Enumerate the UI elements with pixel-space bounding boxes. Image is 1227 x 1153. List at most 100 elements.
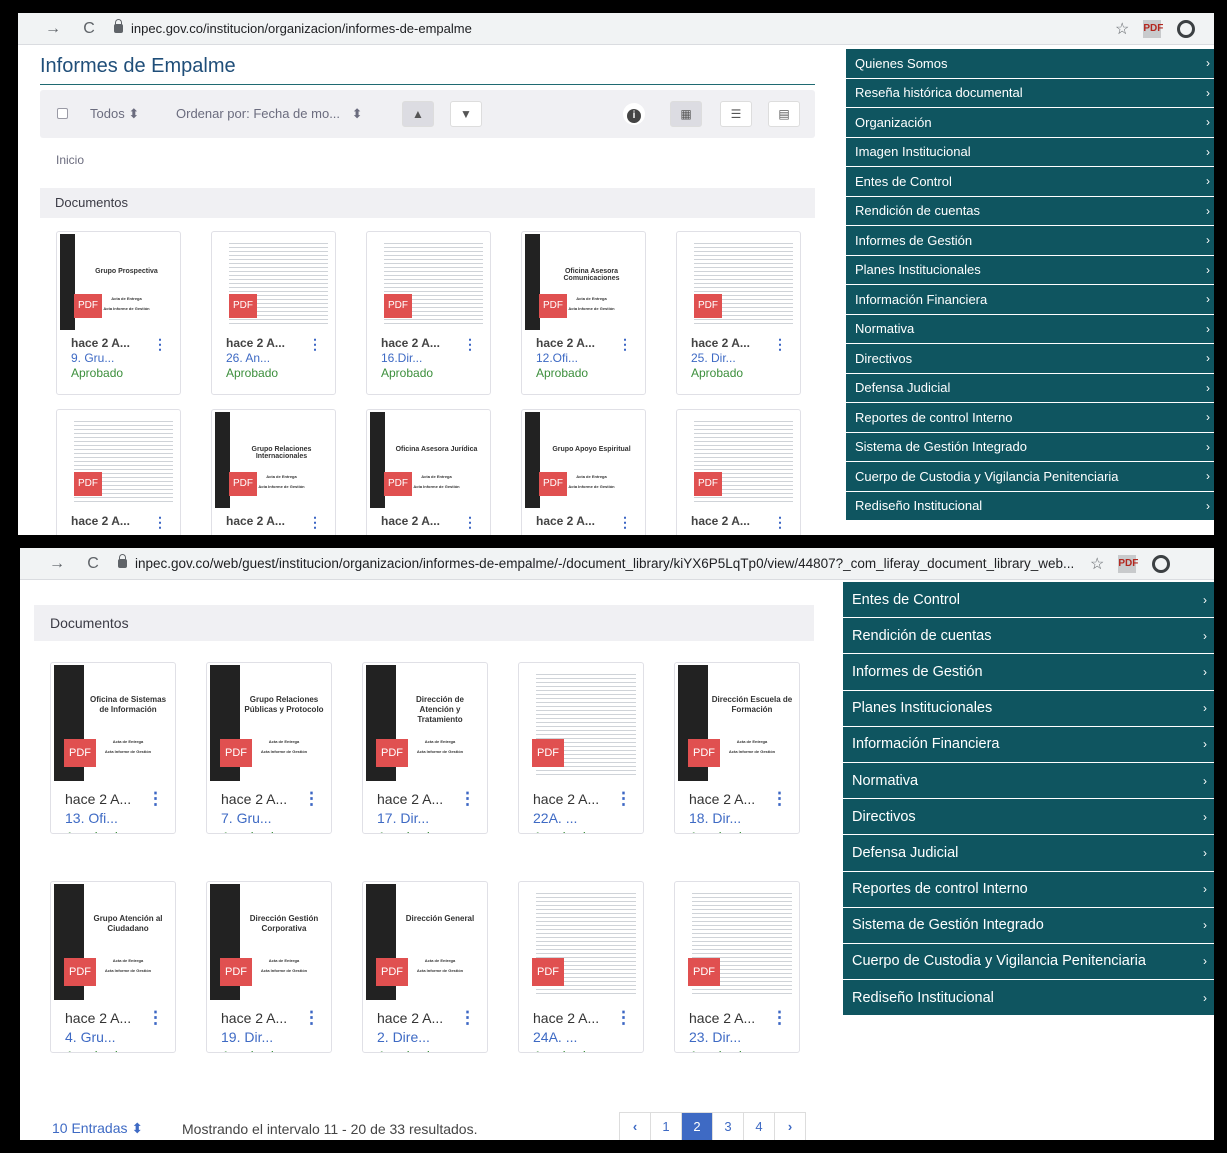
side-menu-item[interactable]: Rendición de cuentas › [843, 618, 1214, 655]
document-card[interactable]: Grupo Relaciones Públicas y Protocolo Act… [206, 662, 332, 834]
side-menu-item[interactable]: Quienes Somos › [846, 49, 1214, 79]
document-thumbnail[interactable]: Dirección General Acta de Entrega Acta Inf… [366, 884, 484, 1000]
document-thumbnail[interactable]: Grupo Atención al Ciudadano Acta de Entre… [54, 884, 172, 1000]
document-thumbnail[interactable]: Dirección Escuela de Formación Acta de En… [678, 665, 796, 781]
kebab-menu-icon[interactable]: ⋮ [618, 515, 632, 529]
document-title-link[interactable]: 16.Dir... [381, 351, 422, 365]
document-card[interactable]: PDF hace 2 A... 24A. ... Aprobado ⋮ [518, 881, 644, 1053]
kebab-menu-icon[interactable]: ⋮ [308, 515, 322, 529]
kebab-menu-icon[interactable]: ⋮ [773, 515, 787, 529]
page-2-button[interactable]: 2 [681, 1112, 713, 1140]
list-view-button[interactable]: ☰ [720, 101, 752, 127]
filter-dropdown[interactable]: Todos ⬍ [90, 106, 139, 122]
side-menu-item[interactable]: Reseña histórica documental › [846, 78, 1214, 108]
document-thumbnail[interactable]: Grupo Apoyo Espiritual Acta de Entrega Act… [525, 412, 642, 508]
side-menu-item[interactable]: Organización › [846, 108, 1214, 138]
kebab-menu-icon[interactable]: ⋮ [153, 337, 167, 351]
account-icon[interactable] [1177, 20, 1196, 38]
kebab-menu-icon[interactable]: ⋮ [308, 337, 322, 351]
side-menu-item[interactable]: Rediseño Institucional › [843, 980, 1214, 1017]
pdf-extension-icon[interactable]: PDF [1143, 20, 1163, 38]
select-all-checkbox[interactable] [57, 108, 68, 119]
document-card[interactable]: Grupo Relaciones Internacionales Acta de … [211, 409, 336, 535]
kebab-menu-icon[interactable]: ⋮ [153, 515, 167, 529]
document-card[interactable]: Grupo Prospectiva Acta de Entrega Acta Inf… [56, 231, 181, 395]
info-button[interactable]: i [623, 103, 645, 125]
side-menu-item[interactable]: Planes Institucionales › [843, 690, 1214, 727]
reload-icon[interactable]: C [78, 20, 100, 38]
reload-icon[interactable]: C [82, 555, 104, 573]
document-card[interactable]: PDF hace 2 A... ⋮ [676, 409, 801, 535]
kebab-menu-icon[interactable]: ⋮ [771, 790, 788, 807]
side-menu-item[interactable]: Planes Institucionales › [846, 255, 1214, 285]
document-card[interactable]: Oficina Asesora Jurídica Acta de Entrega A… [366, 409, 491, 535]
kebab-menu-icon[interactable]: ⋮ [463, 337, 477, 351]
document-title-link[interactable]: 7. Gru... [221, 810, 272, 826]
side-menu-item[interactable]: Reportes de control Interno › [846, 403, 1214, 433]
document-title-link[interactable]: 26. An... [226, 351, 270, 365]
side-menu-item[interactable]: Entes de Control › [843, 582, 1214, 619]
forward-icon[interactable]: → [46, 555, 68, 573]
document-title-link[interactable]: 22A. ... [533, 810, 577, 826]
kebab-menu-icon[interactable]: ⋮ [459, 790, 476, 807]
document-thumbnail[interactable]: PDF [215, 234, 332, 330]
document-thumbnail[interactable]: PDF [678, 884, 796, 1000]
side-menu-item[interactable]: Directivos › [843, 799, 1214, 836]
side-menu-item[interactable]: Informes de Gestión › [846, 226, 1214, 256]
document-card[interactable]: PDF hace 2 A... 25. Dir... Aprobado ⋮ [676, 231, 801, 395]
side-menu-item[interactable]: Información Financiera › [843, 726, 1214, 763]
document-card[interactable]: Dirección de Atención y Tratamiento Acta … [362, 662, 488, 834]
page-4-button[interactable]: 4 [743, 1112, 775, 1140]
side-menu-item[interactable]: Defensa Judicial › [843, 835, 1214, 872]
kebab-menu-icon[interactable]: ⋮ [618, 337, 632, 351]
kebab-menu-icon[interactable]: ⋮ [303, 790, 320, 807]
document-thumbnail[interactable]: Grupo Prospectiva Acta de Entrega Acta Inf… [60, 234, 177, 330]
pdf-extension-icon[interactable]: PDF [1118, 554, 1138, 573]
document-title-link[interactable]: 18. Dir... [689, 810, 741, 826]
side-menu-item[interactable]: Información Financiera › [846, 285, 1214, 315]
document-card[interactable]: PDF hace 2 A... 16.Dir... Aprobado ⋮ [366, 231, 491, 395]
account-icon[interactable] [1152, 554, 1171, 573]
side-menu-item[interactable]: Informes de Gestión › [843, 654, 1214, 691]
document-thumbnail[interactable]: PDF [680, 234, 797, 330]
document-card[interactable]: Grupo Atención al Ciudadano Acta de Entre… [50, 881, 176, 1053]
document-card[interactable]: Dirección General Acta de Entrega Acta Inf… [362, 881, 488, 1053]
next-page-button[interactable]: › [774, 1112, 806, 1140]
document-thumbnail[interactable]: PDF [522, 884, 640, 1000]
side-menu-item[interactable]: Cuerpo de Custodia y Vigilancia Penitenc… [843, 943, 1214, 981]
document-thumbnail[interactable]: PDF [60, 412, 177, 508]
document-thumbnail[interactable]: Grupo Relaciones Internacionales Acta de … [215, 412, 332, 508]
document-thumbnail[interactable]: Oficina de Sistemas de Información Acta d… [54, 665, 172, 781]
cards-view-button[interactable]: ▦ [670, 101, 702, 127]
kebab-menu-icon[interactable]: ⋮ [459, 1009, 476, 1026]
table-view-button[interactable]: ▤ [768, 101, 800, 127]
bookmark-star-icon[interactable]: ☆ [1090, 554, 1104, 574]
document-title-link[interactable]: 4. Gru... [65, 1029, 116, 1045]
document-title-link[interactable]: 2. Dire... [377, 1029, 430, 1045]
document-thumbnail[interactable]: Dirección Gestión Corporativa Acta de Ent… [210, 884, 328, 1000]
document-title-link[interactable]: 25. Dir... [691, 351, 736, 365]
document-card[interactable]: Oficina Asesora Comunicaciones Acta de En… [521, 231, 646, 395]
page-3-button[interactable]: 3 [712, 1112, 744, 1140]
document-title-link[interactable]: 24A. ... [533, 1029, 577, 1045]
document-title-link[interactable]: 23. Dir... [689, 1029, 741, 1045]
document-thumbnail[interactable]: Oficina Asesora Comunicaciones Acta de En… [525, 234, 642, 330]
document-thumbnail[interactable]: PDF [680, 412, 797, 508]
kebab-menu-icon[interactable]: ⋮ [303, 1009, 320, 1026]
side-menu-item[interactable]: Directivos › [846, 344, 1214, 374]
side-menu-item[interactable]: Cuerpo de Custodia y Vigilancia Penitenc… [846, 462, 1214, 492]
kebab-menu-icon[interactable]: ⋮ [773, 337, 787, 351]
document-card[interactable]: PDF hace 2 A... 22A. ... Aprobado ⋮ [518, 662, 644, 834]
document-card[interactable]: PDF hace 2 A... 23. Dir... Aprobado ⋮ [674, 881, 800, 1053]
kebab-menu-icon[interactable]: ⋮ [771, 1009, 788, 1026]
sort-dropdown[interactable]: Ordenar por: Fecha de mo... ⬍ [176, 106, 363, 122]
side-menu-item[interactable]: Rendición de cuentas › [846, 196, 1214, 226]
document-card[interactable]: PDF hace 2 A... 26. An... Aprobado ⋮ [211, 231, 336, 395]
document-thumbnail[interactable]: Oficina Asesora Jurídica Acta de Entrega A… [370, 412, 487, 508]
side-menu-item[interactable]: Imagen Institucional › [846, 137, 1214, 167]
page-1-button[interactable]: 1 [650, 1112, 682, 1140]
prev-page-button[interactable]: ‹ [619, 1112, 651, 1140]
side-menu-item[interactable]: Defensa Judicial › [846, 373, 1214, 403]
document-thumbnail[interactable]: PDF [522, 665, 640, 781]
document-card[interactable]: Oficina de Sistemas de Información Acta d… [50, 662, 176, 834]
